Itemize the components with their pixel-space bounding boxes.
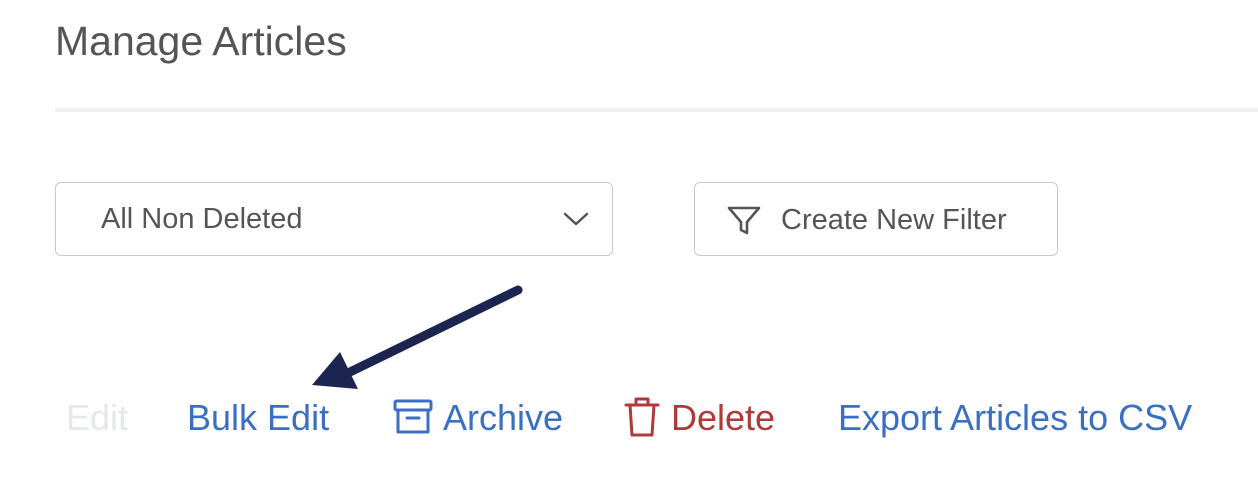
chevron-down-icon	[563, 212, 589, 226]
archive-action[interactable]: Archive	[443, 396, 563, 440]
bulk-edit-action[interactable]: Bulk Edit	[187, 396, 329, 440]
trash-icon[interactable]	[624, 396, 660, 438]
manage-articles-page: Manage Articles All Non Deleted Create N…	[0, 0, 1258, 500]
create-new-filter-button[interactable]: Create New Filter	[694, 182, 1058, 256]
archive-box-icon[interactable]	[393, 398, 433, 436]
export-csv-action[interactable]: Export Articles to CSV	[838, 396, 1192, 440]
delete-action[interactable]: Delete	[671, 396, 775, 440]
create-new-filter-label: Create New Filter	[781, 204, 1007, 236]
page-title: Manage Articles	[55, 18, 347, 64]
filter-icon	[727, 206, 761, 235]
view-filter-select[interactable]: All Non Deleted	[55, 182, 613, 256]
edit-action[interactable]: Edit	[66, 396, 128, 440]
view-filter-select-value: All Non Deleted	[101, 203, 303, 235]
header-divider	[55, 108, 1258, 112]
